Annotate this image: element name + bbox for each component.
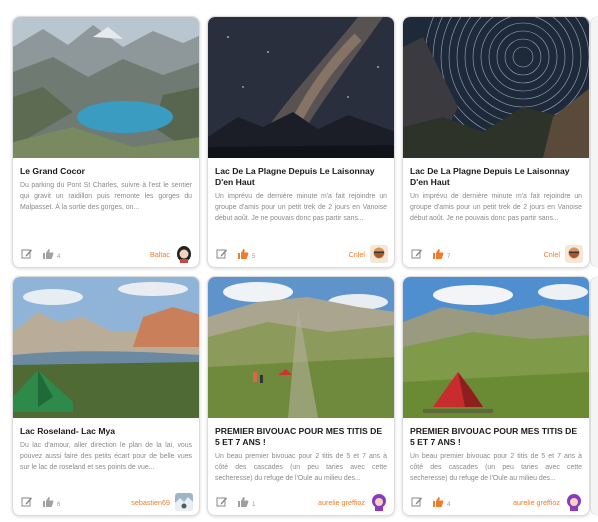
outing-card[interactable]: PREMIER BIVOUAC POUR MES TITIS DE 5 ET 7… xyxy=(402,276,590,516)
next-card-partial[interactable] xyxy=(590,16,598,268)
thumbs-up-icon[interactable] xyxy=(432,496,444,508)
card-description: Du lac d'amour, aller direction le plan … xyxy=(20,442,192,471)
woman-avatar[interactable] xyxy=(175,245,193,263)
bearded-man-avatar[interactable] xyxy=(565,245,583,263)
thumbs-up-icon[interactable] xyxy=(42,496,54,508)
valley-red-tent-image[interactable] xyxy=(403,277,589,418)
snowy-avatar[interactable] xyxy=(175,493,193,511)
card-description: Un imprévu de dernière minute m'a fait r… xyxy=(215,193,387,222)
author-name[interactable]: aurelie greffioz xyxy=(513,498,560,507)
card-title[interactable]: PREMIER BIVOUAC POUR MES TITIS DE 5 ET 7… xyxy=(215,426,387,448)
likes-count: 6 xyxy=(57,501,61,508)
likes-count: 1 xyxy=(252,501,256,508)
outing-card[interactable]: Lac De La Plagne Depuis Le Laisonnay D'e… xyxy=(402,16,590,268)
thumbs-up-icon[interactable] xyxy=(432,248,444,260)
card-title[interactable]: Le Grand Cocor xyxy=(20,166,192,177)
next-card-partial[interactable] xyxy=(590,276,598,516)
milky-way-image[interactable] xyxy=(208,17,394,158)
thumbs-up-icon[interactable] xyxy=(237,248,249,260)
card-title[interactable]: Lac De La Plagne Depuis Le Laisonnay D'e… xyxy=(215,166,387,188)
card-footer: 7 Cnlel xyxy=(403,241,589,267)
card-description: Un imprévu de dernière minute m'a fait r… xyxy=(410,193,582,222)
card-footer: 4 aurelie greffioz xyxy=(403,489,589,515)
likes-count: 4 xyxy=(57,253,61,260)
author-name[interactable]: aurelie greffioz xyxy=(318,498,365,507)
card-footer: 6 sebastien69 xyxy=(13,489,199,515)
edit-icon[interactable] xyxy=(216,248,228,260)
card-footer: 1 aurelie greffioz xyxy=(208,489,394,515)
card-description: Du parking du Pont St Charles, suivre à … xyxy=(20,182,192,211)
author-name[interactable]: sebastien69 xyxy=(131,498,170,507)
purple-hair-avatar[interactable] xyxy=(370,493,388,511)
star-trails-image[interactable] xyxy=(403,17,589,158)
card-footer: 5 Cnlel xyxy=(208,241,394,267)
thumbs-up-icon[interactable] xyxy=(42,248,54,260)
lake-tent-image[interactable] xyxy=(13,277,199,418)
card-footer: 4 Baltac xyxy=(13,241,199,267)
edit-icon[interactable] xyxy=(21,248,33,260)
outing-card[interactable]: Le Grand Cocor Du parking du Pont St Cha… xyxy=(12,16,200,268)
card-description: Un beau premier bivouac pour 2 titis de … xyxy=(410,453,582,482)
outing-card[interactable]: Lac Roseland- Lac Mya Du lac d'amour, al… xyxy=(12,276,200,516)
author-name[interactable]: Cnlel xyxy=(544,250,560,259)
edit-icon[interactable] xyxy=(411,496,423,508)
card-title[interactable]: Lac Roseland- Lac Mya xyxy=(20,426,192,437)
card-description: Un beau premier bivouac pour 2 titis de … xyxy=(215,453,387,482)
likes-count: 5 xyxy=(252,253,256,260)
thumbs-up-icon[interactable] xyxy=(237,496,249,508)
bearded-man-avatar[interactable] xyxy=(370,245,388,263)
card-title[interactable]: PREMIER BIVOUAC POUR MES TITIS DE 5 ET 7… xyxy=(410,426,582,448)
outing-card[interactable]: Lac De La Plagne Depuis Le Laisonnay D'e… xyxy=(207,16,395,268)
likes-count: 7 xyxy=(447,253,451,260)
author-name[interactable]: Baltac xyxy=(150,250,170,259)
purple-hair-avatar[interactable] xyxy=(565,493,583,511)
likes-count: 4 xyxy=(447,501,451,508)
mountain-lake-image[interactable] xyxy=(13,17,199,158)
edit-icon[interactable] xyxy=(21,496,33,508)
card-title[interactable]: Lac De La Plagne Depuis Le Laisonnay D'e… xyxy=(410,166,582,188)
edit-icon[interactable] xyxy=(411,248,423,260)
edit-icon[interactable] xyxy=(216,496,228,508)
outing-card[interactable]: PREMIER BIVOUAC POUR MES TITIS DE 5 ET 7… xyxy=(207,276,395,516)
outing-cards-grid: Le Grand Cocor Du parking du Pont St Cha… xyxy=(0,0,598,522)
author-name[interactable]: Cnlel xyxy=(349,250,365,259)
valley-hikers-image[interactable] xyxy=(208,277,394,418)
